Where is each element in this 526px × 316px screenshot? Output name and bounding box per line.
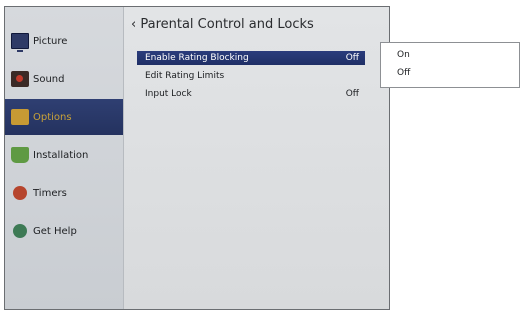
popup-option-off[interactable]: Off — [397, 68, 410, 78]
back-chevron-icon[interactable]: ‹ — [131, 17, 136, 32]
sidebar-item-label: Sound — [33, 73, 65, 85]
sidebar-item-label: Options — [33, 111, 72, 123]
antenna-icon — [11, 147, 29, 163]
menu-row-label: Enable Rating Blocking — [145, 53, 249, 63]
sidebar-item-options[interactable]: Options — [5, 99, 123, 135]
alarm-clock-icon — [13, 186, 27, 200]
sidebar-item-label: Get Help — [33, 225, 77, 237]
sidebar-item-label: Timers — [33, 187, 67, 199]
option-popup: On Off — [380, 42, 520, 88]
menu-row-value: Off — [345, 89, 359, 99]
sidebar-item-get-help[interactable]: Get Help — [5, 213, 123, 249]
speaker-icon — [11, 71, 29, 87]
sidebar-item-timers[interactable]: Timers — [5, 175, 123, 211]
tv-screen: Picture Sound Options Installation Timer… — [4, 6, 390, 310]
popup-option-on[interactable]: On — [397, 50, 410, 60]
page-title-text: Parental Control and Locks — [140, 17, 314, 32]
menu-row-label: Edit Rating Limits — [145, 71, 225, 81]
sidebar-item-label: Installation — [33, 149, 89, 161]
sidebar-item-label: Picture — [33, 35, 68, 47]
options-icon — [11, 109, 29, 125]
sidebar-item-sound[interactable]: Sound — [5, 61, 123, 97]
menu-row-edit-rating-limits[interactable]: Edit Rating Limits — [137, 69, 365, 83]
help-icon — [13, 224, 27, 238]
menu-row-enable-rating-blocking[interactable]: Enable Rating Blocking Off — [137, 51, 365, 65]
tv-icon — [11, 33, 29, 52]
sidebar-item-installation[interactable]: Installation — [5, 137, 123, 173]
sidebar: Picture Sound Options Installation Timer… — [5, 7, 124, 309]
page-title: ‹ Parental Control and Locks — [131, 17, 314, 32]
menu-row-label: Input Lock — [145, 89, 192, 99]
menu-row-value: Off — [345, 53, 359, 63]
sidebar-item-picture[interactable]: Picture — [5, 23, 123, 59]
menu-row-input-lock[interactable]: Input Lock Off — [137, 87, 365, 101]
